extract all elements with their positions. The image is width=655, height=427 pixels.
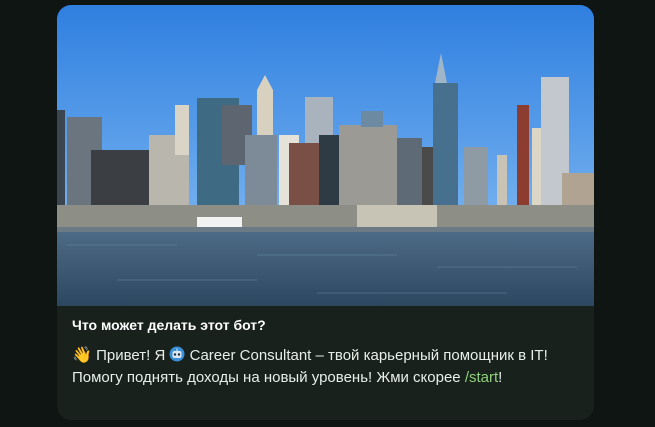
start-command-link[interactable]: /start <box>465 369 498 386</box>
bot-description-card: Что может делать этот бот? 👋 Привет! Я C… <box>57 5 594 420</box>
waving-hand-icon: 👋 <box>72 347 92 364</box>
card-title: Что может делать этот бот? <box>72 317 266 333</box>
message-end: ! <box>498 369 503 386</box>
city-skyline-photo <box>57 5 594 306</box>
bot-welcome-message: 👋 Привет! Я Career Consultant – твой кар… <box>72 345 582 389</box>
robot-emoji-icon <box>169 346 185 362</box>
message-text-1: Привет! Я <box>91 347 170 364</box>
